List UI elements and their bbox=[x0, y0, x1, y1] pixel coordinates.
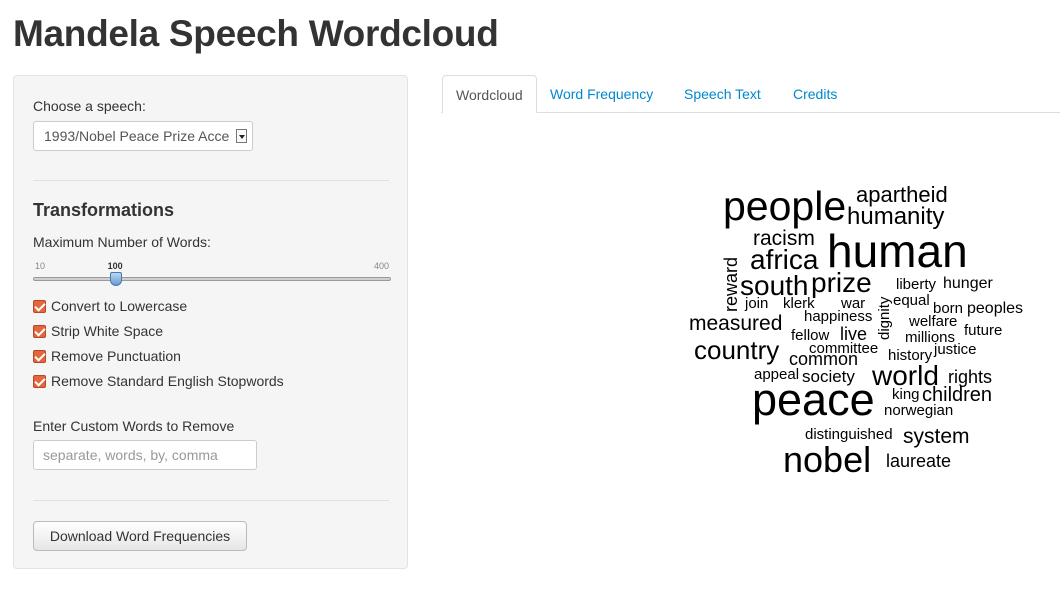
wordcloud-word: welfare bbox=[908, 313, 957, 330]
slider-handle[interactable] bbox=[109, 272, 122, 286]
wordcloud-word: future bbox=[964, 322, 1002, 339]
option-remove-punctuation[interactable]: Remove Punctuation bbox=[33, 347, 181, 365]
wordcloud-word: peoples bbox=[967, 300, 1023, 317]
custom-words-input[interactable] bbox=[33, 440, 257, 470]
slider-track[interactable] bbox=[33, 277, 391, 281]
slider-max-label: 400 bbox=[373, 261, 389, 271]
wordcloud-word: equal bbox=[893, 292, 930, 309]
wordcloud-word: reward bbox=[721, 257, 741, 312]
download-word-frequencies-button[interactable]: Download Word Frequencies bbox=[33, 521, 247, 551]
option-remove-punctuation-label: Remove Punctuation bbox=[51, 348, 181, 364]
speech-select-label: Choose a speech: bbox=[33, 98, 146, 114]
max-words-label: Maximum Number of Words: bbox=[33, 234, 211, 250]
wordcloud-word: country bbox=[694, 335, 779, 365]
wordcloud-word: laureate bbox=[886, 451, 951, 471]
wordcloud-word: peace bbox=[752, 374, 875, 425]
wordcloud-word: measured bbox=[689, 312, 782, 335]
slider-value-label: 100 bbox=[107, 261, 123, 271]
page-title: Mandela Speech Wordcloud bbox=[13, 13, 499, 54]
wordcloud-word: system bbox=[903, 425, 970, 448]
checkbox-lowercase[interactable] bbox=[33, 300, 46, 313]
wordcloud-word: liberty bbox=[896, 276, 937, 293]
wordcloud-word: common bbox=[789, 349, 858, 369]
wordcloud-word: people bbox=[723, 183, 846, 229]
speech-select-value: 1993/Nobel Peace Prize Acceptance bbox=[44, 128, 230, 144]
divider bbox=[33, 180, 389, 181]
wordcloud-word: happiness bbox=[804, 308, 872, 325]
custom-words-label: Enter Custom Words to Remove bbox=[33, 418, 235, 434]
speech-select[interactable]: 1993/Nobel Peace Prize Acceptance bbox=[33, 121, 253, 151]
checkbox-strip-whitespace[interactable] bbox=[33, 325, 46, 338]
wordcloud-word: dignity bbox=[876, 296, 893, 340]
wordcloud-image: people apartheid humanity human racism a… bbox=[689, 182, 1023, 480]
wordcloud-word: justice bbox=[933, 341, 977, 358]
tab-word-frequency[interactable]: Word Frequency bbox=[537, 75, 666, 113]
tab-credits[interactable]: Credits bbox=[780, 75, 850, 113]
max-words-slider[interactable]: 10 100 400 bbox=[33, 261, 391, 291]
tab-wordcloud[interactable]: Wordcloud bbox=[442, 75, 537, 113]
chevron-down-icon[interactable] bbox=[236, 129, 247, 143]
checkbox-remove-stopwords[interactable] bbox=[33, 375, 46, 388]
option-remove-stopwords[interactable]: Remove Standard English Stopwords bbox=[33, 372, 284, 390]
option-strip-whitespace-label: Strip White Space bbox=[51, 323, 164, 339]
slider-min-label: 10 bbox=[35, 261, 46, 271]
tab-speech-text[interactable]: Speech Text bbox=[671, 75, 774, 113]
wordcloud-word: norwegian bbox=[884, 402, 953, 419]
option-strip-whitespace[interactable]: Strip White Space bbox=[33, 322, 163, 340]
wordcloud-word: nobel bbox=[783, 439, 871, 480]
divider bbox=[33, 500, 389, 501]
transformations-heading: Transformations bbox=[33, 200, 175, 220]
wordcloud-word: hunger bbox=[943, 275, 993, 292]
option-lowercase-label: Convert to Lowercase bbox=[51, 298, 188, 314]
checkbox-remove-punctuation[interactable] bbox=[33, 350, 46, 363]
option-remove-stopwords-label: Remove Standard English Stopwords bbox=[51, 373, 284, 389]
sidebar-panel: Choose a speech: 1993/Nobel Peace Prize … bbox=[13, 75, 408, 569]
option-lowercase[interactable]: Convert to Lowercase bbox=[33, 297, 187, 315]
wordcloud-word: prize bbox=[811, 267, 872, 298]
wordcloud-word: king bbox=[892, 386, 920, 403]
wordcloud-word: join bbox=[744, 295, 768, 312]
tab-bar: Wordcloud Word Frequency Speech Text Cre… bbox=[441, 75, 1060, 113]
